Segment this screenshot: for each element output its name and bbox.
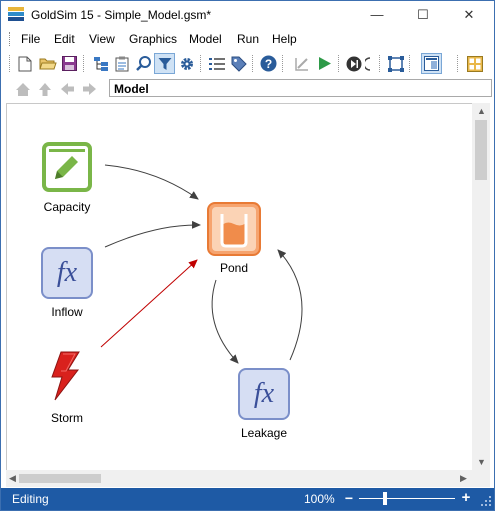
menu-run[interactable]: Run: [237, 32, 259, 46]
model-canvas[interactable]: Capacity fx Inflow Storm Pond fx Leakage: [6, 103, 473, 471]
toolbar-separator: [409, 55, 413, 72]
main-toolbar: ?: [1, 51, 494, 77]
link-leakage-pond: [277, 249, 303, 361]
pond-node[interactable]: [207, 202, 261, 256]
svg-text:?: ?: [265, 57, 272, 71]
svg-text:fx: fx: [254, 378, 275, 409]
list-icon[interactable]: [206, 53, 227, 74]
inflow-label: Inflow: [51, 305, 83, 319]
navigation-bar: Model: [1, 78, 494, 100]
link-inflow-pond: [104, 220, 201, 248]
stop-icon[interactable]: [363, 53, 373, 74]
data-element-icon: [42, 142, 92, 192]
home-icon[interactable]: [14, 80, 32, 98]
browser-view-icon[interactable]: [90, 53, 111, 74]
svg-text:fx: fx: [57, 257, 78, 288]
step-icon[interactable]: [343, 53, 364, 74]
help-icon[interactable]: ?: [258, 53, 279, 74]
capacity-label: Capacity: [43, 200, 91, 214]
toolbar-separator: [379, 55, 383, 72]
new-file-icon[interactable]: [14, 53, 35, 74]
reservoir-icon: [207, 202, 261, 256]
capacity-node[interactable]: [41, 141, 93, 193]
horizontal-scrollbar[interactable]: ◀ ▶: [6, 470, 472, 487]
menu-graphics[interactable]: Graphics: [129, 32, 177, 46]
toolbar-separator: [200, 55, 204, 72]
leakage-node[interactable]: fx: [238, 368, 290, 420]
toolbar-separator: [338, 55, 342, 72]
save-icon[interactable]: [59, 53, 80, 74]
scrollbar-corner: [472, 470, 490, 487]
menu-bar: File Edit View Graphics Model Run Help: [1, 29, 494, 49]
toolbar-grip[interactable]: [9, 55, 13, 72]
scroll-down-arrow-icon[interactable]: ▼: [477, 457, 486, 467]
link-pond-leakage: [211, 279, 239, 364]
menu-view[interactable]: View: [89, 32, 115, 46]
leakage-label: Leakage: [240, 426, 288, 440]
close-button[interactable]: ✕: [446, 1, 492, 28]
expression-fx-icon: fx: [41, 247, 93, 299]
toolbar-separator: [252, 55, 256, 72]
zoom-level: 100%: [304, 492, 335, 506]
menu-model[interactable]: Model: [189, 32, 222, 46]
address-bar[interactable]: Model: [109, 79, 492, 97]
vertical-scrollbar[interactable]: ▲ ▼: [472, 103, 490, 470]
horizontal-scroll-thumb[interactable]: [19, 474, 101, 483]
zoom-slider-thumb[interactable]: [382, 492, 387, 505]
grid-icon[interactable]: [464, 53, 485, 74]
run-icon[interactable]: [314, 53, 335, 74]
title-bar: GoldSim 15 - Simple_Model.gsm* — ☐ ✕: [1, 1, 494, 28]
panel-icon[interactable]: [421, 53, 442, 74]
toolbar-separator: [83, 55, 87, 72]
back-icon[interactable]: [58, 80, 76, 98]
pond-label: Pond: [219, 261, 249, 275]
resize-grip-icon[interactable]: [481, 496, 491, 506]
inflow-node[interactable]: fx: [41, 247, 93, 299]
find-icon[interactable]: [133, 53, 154, 74]
scroll-up-arrow-icon[interactable]: ▲: [477, 106, 486, 116]
vertical-scroll-thumb[interactable]: [475, 120, 487, 180]
storm-label: Storm: [50, 411, 83, 425]
tag-icon[interactable]: [228, 53, 249, 74]
link-storm-pond: [100, 259, 198, 348]
menu-help[interactable]: Help: [272, 32, 297, 46]
storm-node[interactable]: [47, 350, 83, 402]
zoom-in-button[interactable]: +: [459, 489, 473, 506]
settings-icon[interactable]: [176, 53, 197, 74]
toolbar-separator: [282, 55, 286, 72]
expression-fx-icon: fx: [238, 368, 290, 420]
toolbar-separator: [457, 55, 461, 72]
maximize-button[interactable]: ☐: [400, 1, 446, 28]
edit-mode-icon[interactable]: [291, 53, 312, 74]
status-bar: Editing 100% − +: [1, 488, 494, 510]
minimize-button[interactable]: —: [354, 1, 400, 28]
select-icon[interactable]: [385, 53, 406, 74]
menu-edit[interactable]: Edit: [54, 32, 75, 46]
up-icon[interactable]: [36, 80, 54, 98]
menu-file[interactable]: File: [21, 32, 40, 46]
filter-icon[interactable]: [154, 53, 175, 74]
link-capacity-pond: [104, 164, 199, 200]
menu-grip[interactable]: [9, 32, 13, 46]
scroll-right-arrow-icon[interactable]: ▶: [460, 473, 467, 484]
app-window: GoldSim 15 - Simple_Model.gsm* — ☐ ✕ Fil…: [0, 0, 495, 511]
status-mode: Editing: [12, 492, 49, 506]
lightning-event-icon: [51, 351, 80, 401]
zoom-out-button[interactable]: −: [342, 490, 356, 506]
forward-icon[interactable]: [80, 80, 98, 98]
clipboard-icon[interactable]: [111, 53, 132, 74]
scroll-left-arrow-icon[interactable]: ◀: [9, 473, 16, 484]
window-title: GoldSim 15 - Simple_Model.gsm*: [31, 8, 212, 22]
goldsim-logo-icon: [8, 7, 24, 21]
zoom-slider[interactable]: [359, 498, 455, 499]
open-folder-icon[interactable]: [37, 53, 58, 74]
